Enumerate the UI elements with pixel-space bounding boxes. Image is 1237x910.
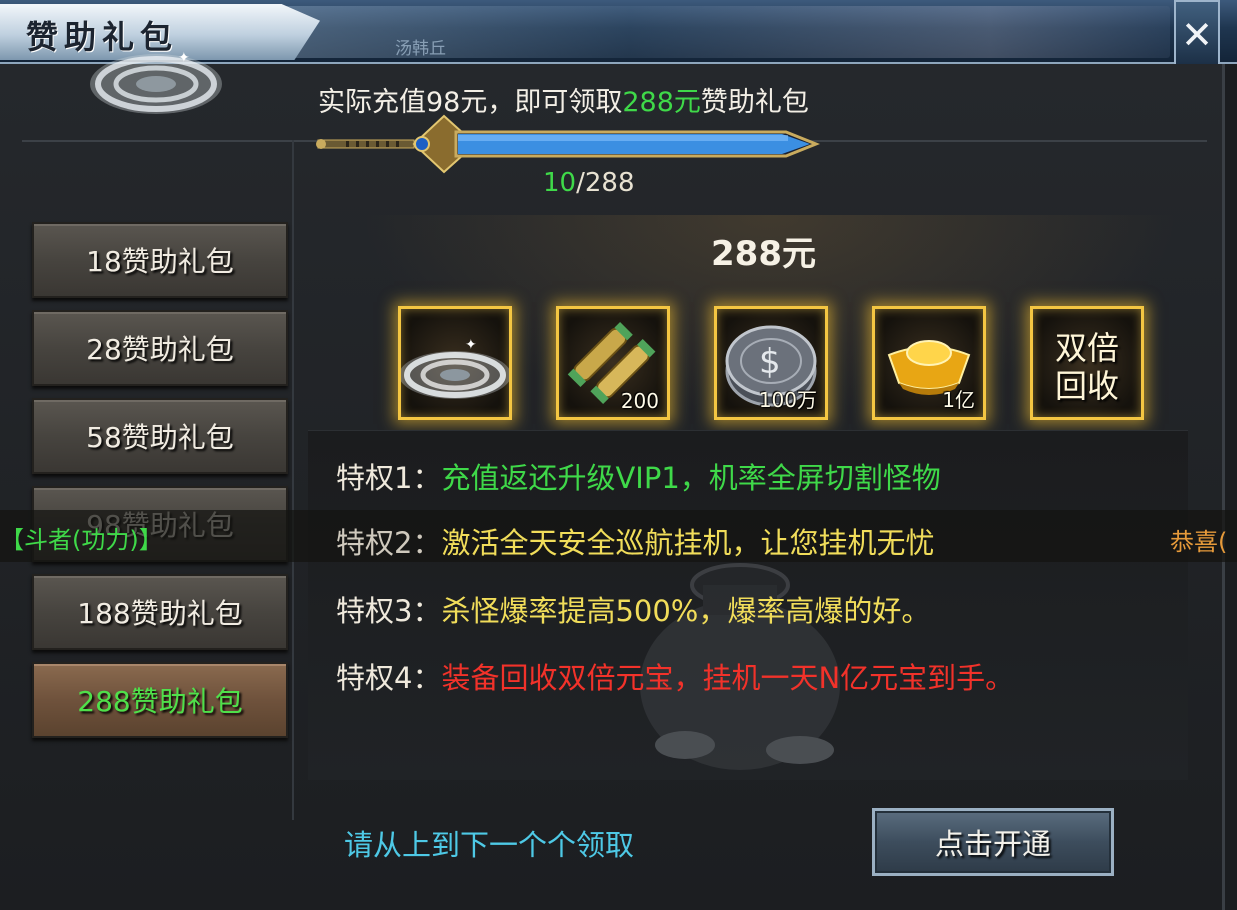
- privilege-row-3: 特权3：杀怪爆率提高500%，爆率高爆的好。: [336, 588, 930, 630]
- reward-slot-coin[interactable]: $ 100万: [714, 306, 828, 420]
- double-recycle-line1: 双倍: [1054, 329, 1119, 367]
- chat-message-left: 【斗者(功力)】: [0, 526, 163, 554]
- privilege-row-4: 特权4：装备回收双倍元宝，挂机一天N亿元宝到手。: [336, 655, 1014, 697]
- tier-button-288[interactable]: 288赞助礼包: [32, 662, 288, 738]
- svg-text:$: $: [759, 342, 781, 382]
- double-recycle-line2: 回收: [1054, 367, 1119, 405]
- double-recycle-label: 双倍 回收: [1033, 329, 1141, 405]
- privilege-desc: 激活全天安全巡航挂机，让您挂机无忧: [441, 526, 935, 560]
- close-icon: ✕: [1181, 13, 1213, 57]
- vertical-divider: [292, 140, 294, 820]
- privilege-desc: 装备回收双倍元宝，挂机一天N亿元宝到手。: [441, 661, 1015, 695]
- privilege-label: 特权1：: [336, 461, 442, 495]
- svg-text:✦: ✦: [465, 337, 477, 353]
- close-button[interactable]: ✕: [1174, 0, 1220, 70]
- reward-slot-double-recycle[interactable]: 双倍 回收: [1030, 306, 1144, 420]
- privilege-label: 特权2：: [336, 526, 442, 560]
- tier-button-28[interactable]: 28赞助礼包: [32, 310, 288, 386]
- privilege-label: 特权4：: [336, 661, 442, 695]
- reward-price: 288元: [711, 234, 816, 274]
- background-npc-name: 汤韩丘: [395, 39, 446, 59]
- privilege-desc: 充值返还升级VIP1，机率全屏切割怪物: [441, 461, 941, 495]
- reward-qty-coin: 100万: [758, 388, 817, 412]
- progress-current: 10: [543, 168, 577, 198]
- svg-text:✦: ✦: [178, 50, 190, 66]
- privilege-label: 特权3：: [336, 594, 442, 628]
- privilege-row-1: 特权1：充值返还升级VIP1，机率全屏切割怪物: [336, 455, 941, 497]
- reward-slot-disc[interactable]: ✦: [398, 306, 512, 420]
- reward-slot-scroll[interactable]: 200: [556, 306, 670, 420]
- silver-disc-icon: ✦: [401, 337, 509, 399]
- chat-message-right: 恭喜(: [1170, 528, 1228, 556]
- activate-button[interactable]: 点击开通: [872, 808, 1114, 876]
- claim-order-hint: 请从上到下一个个领取: [344, 828, 635, 862]
- tier-button-58[interactable]: 58赞助礼包: [32, 398, 288, 474]
- tier-button-188[interactable]: 188赞助礼包: [32, 574, 288, 650]
- progress-count: 10/288: [543, 168, 634, 198]
- reward-slot-ingot[interactable]: 1亿: [872, 306, 986, 420]
- sword-progress-bar: [316, 114, 820, 174]
- privilege-row-2: 特权2：激活全天安全巡航挂机，让您挂机无忧: [336, 520, 934, 562]
- tier-button-18[interactable]: 18赞助礼包: [32, 222, 288, 298]
- silver-disc-icon: ✦: [90, 50, 222, 114]
- privilege-desc: 杀怪爆率提高500%，爆率高爆的好。: [441, 594, 931, 628]
- reward-qty-scroll: 200: [620, 389, 659, 413]
- progress-total: /288: [576, 168, 635, 198]
- reward-qty-ingot: 1亿: [942, 388, 975, 412]
